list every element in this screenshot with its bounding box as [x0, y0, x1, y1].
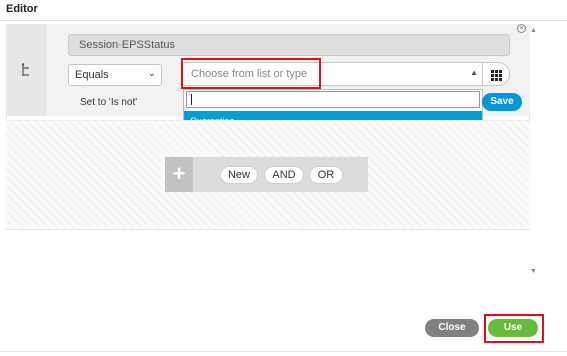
close-button[interactable]: Close [425, 319, 479, 337]
dialog-title: Editor [6, 3, 38, 15]
plus-icon[interactable]: + [165, 157, 193, 192]
chevron-down-icon: ⌄ [147, 68, 156, 79]
or-button[interactable]: OR [309, 166, 343, 184]
dropdown-search-input[interactable] [186, 91, 480, 108]
use-button[interactable]: Use [488, 319, 538, 337]
close-icon[interactable]: × [517, 24, 526, 33]
editor-dialog: Editor Session·EPSStatus Equals ⌄ Set to… [0, 0, 567, 356]
scroll-up-icon[interactable]: ▲ [530, 27, 537, 34]
value-placeholder: Choose from list or type [191, 68, 308, 80]
operator-select[interactable]: Equals ⌄ [68, 64, 162, 86]
footer-divider [0, 351, 567, 352]
grid-icon [491, 70, 502, 81]
and-button[interactable]: AND [264, 166, 304, 184]
title-divider [0, 20, 567, 21]
text-caret [191, 94, 192, 105]
scroll-down-icon[interactable]: ▼ [530, 268, 537, 275]
new-button[interactable]: New [220, 166, 258, 184]
operator-value: Equals [75, 69, 109, 81]
save-button[interactable]: Save [482, 93, 522, 111]
attribute-field[interactable]: Session·EPSStatus [68, 34, 510, 56]
value-combobox[interactable]: Choose from list or type ▲ [182, 62, 486, 86]
set-to-label: Set to 'Is not' [80, 97, 138, 108]
arrow-up-icon[interactable]: ▲ [470, 68, 478, 77]
grid-button[interactable] [482, 62, 510, 86]
tree-icon[interactable] [20, 63, 32, 79]
